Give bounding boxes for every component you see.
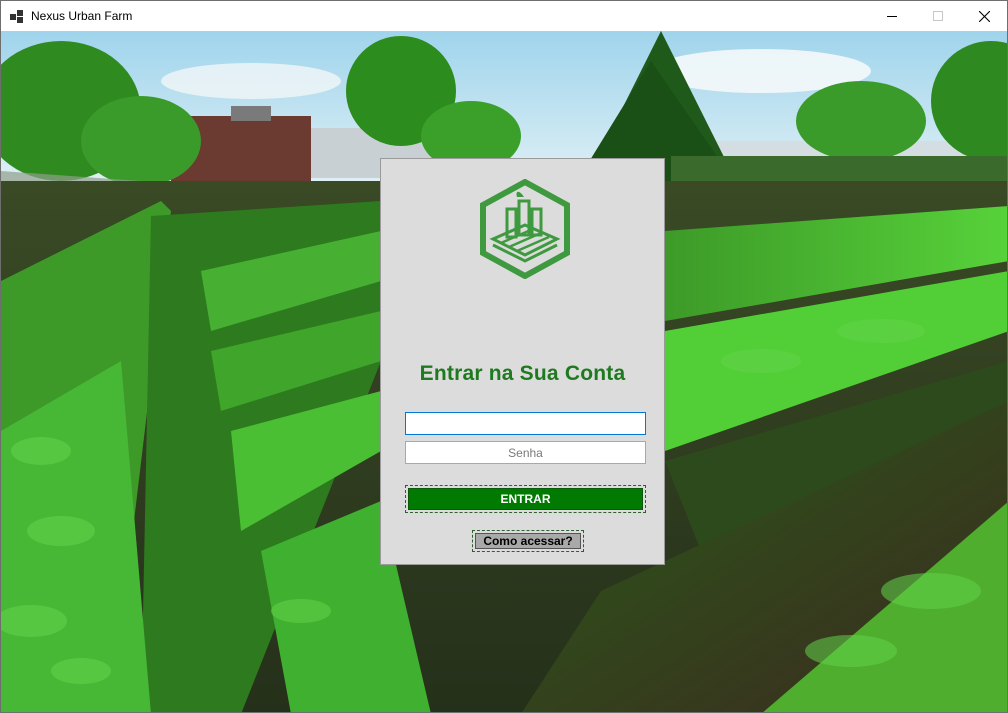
title-bar[interactable]: Nexus Urban Farm — [1, 1, 1007, 31]
window-controls — [869, 1, 1007, 31]
minimize-button[interactable] — [869, 1, 915, 31]
page-title: Entrar na Sua Conta — [419, 362, 626, 385]
app-icon — [10, 9, 24, 23]
maximize-icon — [933, 11, 943, 21]
window-title: Nexus Urban Farm — [31, 9, 133, 23]
password-input[interactable] — [405, 441, 646, 464]
urban-farm-logo-icon — [480, 179, 570, 279]
login-panel: Entrar na Sua Conta ENTRAR Como acessar? — [380, 158, 665, 565]
client-area: Entrar na Sua Conta ENTRAR Como acessar? — [1, 31, 1007, 712]
close-button[interactable] — [961, 1, 1007, 31]
how-to-access-button[interactable]: Como acessar? — [472, 530, 584, 552]
login-button-label: ENTRAR — [408, 488, 643, 510]
close-icon — [978, 10, 990, 22]
maximize-button[interactable] — [915, 1, 961, 31]
username-input[interactable] — [405, 412, 646, 435]
app-window: Nexus Urban Farm Entrar na Sua Conta ENT… — [0, 0, 1008, 713]
minimize-icon — [887, 16, 897, 17]
login-button[interactable]: ENTRAR — [405, 485, 646, 513]
how-to-access-label: Como acessar? — [475, 533, 581, 549]
